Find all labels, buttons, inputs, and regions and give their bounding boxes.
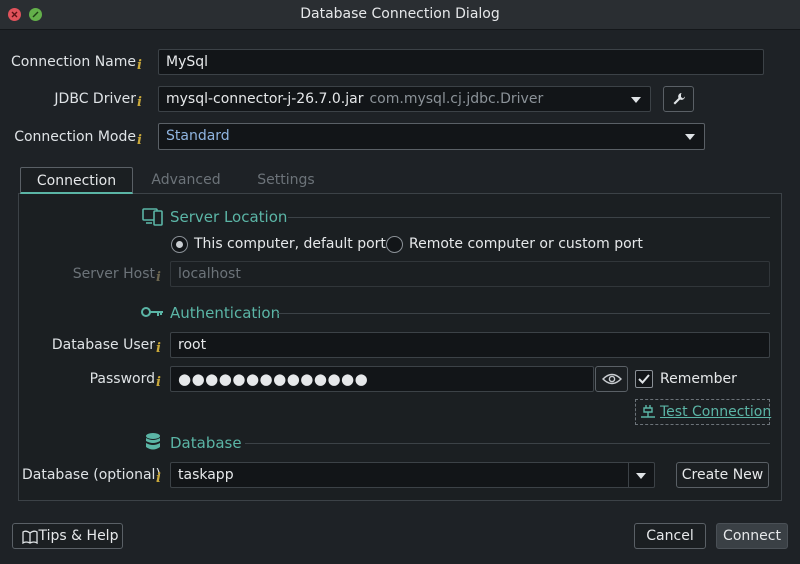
show-password-button[interactable] <box>595 366 628 392</box>
wrench-icon <box>673 93 685 105</box>
database-label: Database (optional) <box>22 467 161 483</box>
jdbc-driver-select[interactable]: mysql-connector-j-26.7.0.jar com.mysql.cj… <box>158 86 651 112</box>
tab-advanced[interactable]: Advanced <box>142 167 230 194</box>
driver-settings-button[interactable] <box>663 86 694 112</box>
radio-remote-computer[interactable] <box>386 236 403 253</box>
connection-name-input[interactable]: MySql <box>158 49 764 75</box>
chevron-down-icon <box>636 473 646 479</box>
key-icon <box>141 307 163 317</box>
server-host-value: localhost <box>178 266 241 282</box>
info-icon: i <box>156 375 161 390</box>
database-user-input[interactable]: root <box>170 332 770 358</box>
radio-remote-computer-label: Remote computer or custom port <box>409 236 643 252</box>
book-icon <box>22 530 38 544</box>
title-bar: Database Connection Dialog <box>0 0 800 30</box>
test-connection-link[interactable]: Test Connection <box>660 404 771 420</box>
database-user-value: root <box>178 337 207 353</box>
section-divider <box>288 217 770 218</box>
database-title: Database <box>170 434 242 452</box>
info-icon: i <box>137 58 142 73</box>
password-input[interactable]: ●●●●●●●●●●●●●● <box>170 366 594 392</box>
section-divider <box>245 443 770 444</box>
chevron-down-icon <box>631 97 641 103</box>
authentication-title: Authentication <box>170 304 281 322</box>
database-select[interactable]: taskapp <box>170 462 655 488</box>
connection-name-value: MySql <box>166 54 209 70</box>
create-new-button[interactable]: Create New <box>676 462 769 488</box>
chevron-down-icon <box>685 134 695 140</box>
connection-name-label: Connection Name <box>11 54 136 70</box>
server-icon <box>142 208 163 226</box>
radio-this-computer-label: This computer, default port <box>194 236 386 252</box>
jdbc-driver-label: JDBC Driver <box>54 91 136 107</box>
tab-connection[interactable]: Connection <box>20 167 133 194</box>
jdbc-driver-class: com.mysql.cj.jdbc.Driver <box>369 91 544 107</box>
tips-help-label: Tips & Help <box>38 528 119 544</box>
check-icon <box>638 374 650 384</box>
database-icon <box>146 433 160 450</box>
connection-mode-label: Connection Mode <box>14 129 136 145</box>
jdbc-driver-value: mysql-connector-j-26.7.0.jar com.mysql.cj… <box>166 91 544 107</box>
info-icon: i <box>137 133 142 148</box>
database-dropdown-button[interactable] <box>628 463 654 487</box>
tab-settings[interactable]: Settings <box>246 167 326 194</box>
tips-help-button[interactable]: Tips & Help <box>12 523 123 549</box>
server-location-title: Server Location <box>170 208 288 226</box>
cancel-button[interactable]: Cancel <box>634 523 706 549</box>
info-icon: i <box>156 270 161 285</box>
remember-label: Remember <box>660 371 737 387</box>
server-host-input[interactable]: localhost <box>170 261 770 287</box>
database-user-label: Database User <box>51 337 155 353</box>
radio-this-computer[interactable] <box>171 236 188 253</box>
tab-bar: Connection Advanced Settings <box>18 167 782 194</box>
server-host-label: Server Host <box>72 266 155 282</box>
connection-mode-select[interactable]: Standard <box>158 123 705 150</box>
connection-mode-value: Standard <box>166 128 230 144</box>
info-icon: i <box>156 471 161 486</box>
section-divider <box>278 313 770 314</box>
database-value: taskapp <box>178 467 234 483</box>
connect-button[interactable]: Connect <box>716 523 788 549</box>
info-icon: i <box>137 95 142 110</box>
remember-checkbox[interactable] <box>635 370 653 388</box>
eye-icon <box>602 373 622 385</box>
window-title: Database Connection Dialog <box>300 6 500 22</box>
password-value: ●●●●●●●●●●●●●● <box>178 370 369 388</box>
plug-icon <box>641 405 655 418</box>
info-icon: i <box>156 341 161 356</box>
password-label: Password <box>89 371 155 387</box>
